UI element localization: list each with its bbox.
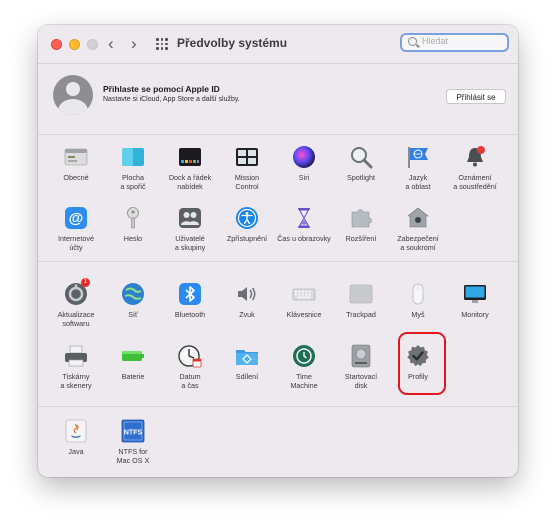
other-preferences-section: Java NTFS NTFS for Mac OS X — [38, 407, 518, 477]
pref-label: Oznámení a soustředění — [453, 173, 497, 191]
personal-preferences-section: Obecné Plocha a spořič Dock a řádek nabí… — [38, 135, 518, 262]
time-machine-icon — [293, 345, 315, 367]
forward-button[interactable]: › — [131, 34, 137, 54]
sharing-icon — [236, 350, 258, 365]
printers-scanners-icon — [65, 345, 87, 367]
sign-in-button[interactable]: Přihlásit se — [446, 89, 506, 104]
apple-id-subtitle: Nastavte si iCloud, App Store a další sl… — [103, 96, 240, 103]
keyboard-icon — [292, 288, 316, 301]
update-badge: 1 — [81, 278, 90, 287]
java-icon — [65, 419, 87, 443]
pref-label: NTFS for Mac OS X — [116, 447, 150, 465]
accessibility-icon — [236, 207, 258, 229]
security-privacy-icon — [407, 207, 429, 228]
extensions-icon — [351, 209, 372, 228]
close-button[interactable] — [51, 39, 62, 50]
dock-menubar-icon — [179, 148, 201, 166]
title-bar: ‹ › Předvolby systému Hledat — [38, 25, 518, 64]
minimize-button[interactable] — [69, 39, 80, 50]
notifications-icon — [467, 146, 485, 167]
network-icon — [122, 283, 144, 305]
search-icon — [408, 37, 417, 46]
svg-text:@: @ — [69, 210, 84, 227]
search-input[interactable]: Hledat — [400, 33, 509, 52]
mouse-icon — [412, 283, 424, 305]
apple-id-title: Přihlaste se pomocí Apple ID — [103, 84, 220, 94]
spotlight-icon — [351, 147, 373, 169]
pref-label: Zabezpečení a soukromí — [397, 234, 439, 252]
system-preferences-window: ‹ › Předvolby systému Hledat Přihlaste s… — [38, 25, 518, 477]
mission-control-icon — [236, 148, 258, 166]
internet-accounts-icon: @ — [65, 207, 87, 229]
profiles-highlight-ring — [398, 332, 446, 395]
pref-label: Monitory — [461, 310, 489, 319]
hardware-preferences-section: 1 Aktualizace softwaru Síť Bluetooth Zvu… — [38, 262, 518, 407]
bluetooth-icon — [179, 283, 201, 305]
zoom-button[interactable] — [87, 39, 98, 50]
window-title: Předvolby systému — [177, 36, 288, 50]
desktop-screensaver-icon — [122, 148, 144, 166]
avatar[interactable] — [53, 75, 93, 115]
siri-icon — [293, 146, 315, 168]
language-region-icon — [408, 147, 428, 168]
screen-time-icon — [298, 208, 310, 228]
startup-disk-icon — [351, 344, 371, 368]
ntfs-icon: NTFS — [121, 419, 145, 443]
show-all-grid-icon[interactable] — [156, 38, 168, 50]
password-icon — [127, 207, 139, 229]
date-time-icon — [178, 345, 202, 368]
general-icon — [64, 148, 88, 166]
back-button[interactable]: ‹ — [108, 34, 114, 54]
search-placeholder: Hledat — [422, 36, 449, 46]
displays-icon — [464, 285, 486, 303]
battery-icon — [122, 351, 144, 361]
trackpad-icon — [349, 284, 373, 304]
sound-icon — [238, 287, 256, 301]
apple-id-banner: Přihlaste se pomocí Apple ID Nastavte si… — [38, 64, 518, 135]
svg-text:NTFS: NTFS — [124, 430, 143, 437]
users-groups-icon — [179, 208, 201, 228]
